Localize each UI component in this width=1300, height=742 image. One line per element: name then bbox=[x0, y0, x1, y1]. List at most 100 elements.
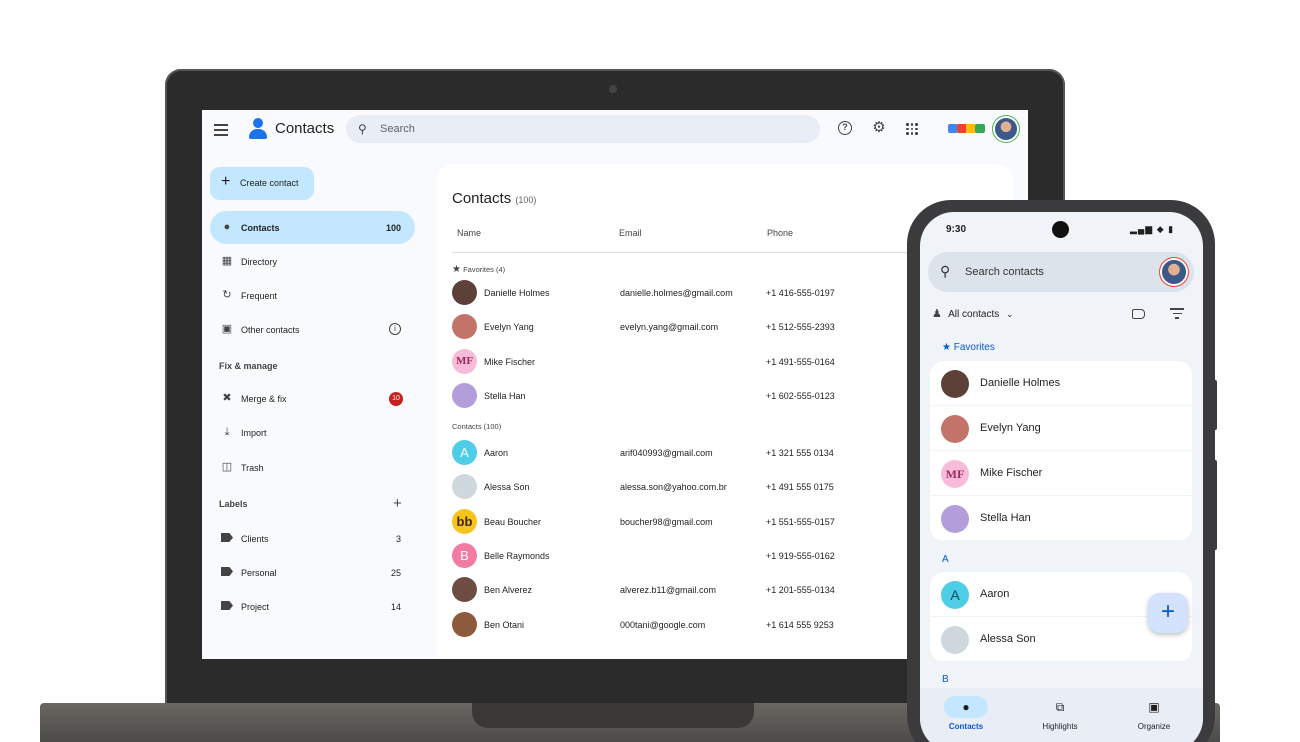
person-icon: ● bbox=[223, 221, 231, 233]
contact-email: evelyn.yang@gmail.com bbox=[620, 322, 719, 333]
sidebar-item-label-personal[interactable]: Personal 25 bbox=[210, 556, 415, 589]
contact-avatar bbox=[452, 314, 477, 340]
add-label-icon[interactable]: + bbox=[393, 495, 402, 512]
contact-email: arif040993@gmail.com bbox=[620, 448, 713, 458]
mobile-contact-row[interactable]: Danielle Holmes bbox=[930, 361, 1192, 406]
contact-name: Alessa Son bbox=[484, 482, 530, 493]
sidebar-item-directory[interactable]: ▦ Directory bbox=[210, 245, 415, 278]
labels-header: Labels bbox=[219, 499, 248, 509]
contact-avatar bbox=[941, 626, 969, 654]
mobile-favorites-header: ★ Favorites bbox=[942, 342, 995, 353]
contact-avatar bbox=[941, 505, 969, 533]
mobile-app-screen: 9:30 ▂▄▆ ◆ ▮ ⚲ Search contacts ♟ All con… bbox=[920, 212, 1203, 742]
sidebar-item-contacts[interactable]: ● Contacts 100 bbox=[210, 211, 415, 244]
tab-highlights[interactable]: ⧉ Highlights bbox=[1020, 696, 1100, 731]
sidebar-item-label-clients[interactable]: Clients 3 bbox=[210, 522, 415, 555]
tab-label: Contacts bbox=[948, 722, 984, 731]
sidebar-item-label: Personal bbox=[241, 568, 277, 578]
laptop-hinge bbox=[472, 703, 754, 728]
sidebar-item-merge-fix[interactable]: ✖ Merge & fix 10 bbox=[210, 382, 415, 415]
label-icon bbox=[220, 599, 234, 613]
help-icon[interactable]: ? bbox=[838, 121, 852, 135]
list-count: (100) bbox=[515, 195, 537, 205]
account-avatar[interactable] bbox=[1162, 260, 1186, 284]
info-icon[interactable]: i bbox=[389, 323, 401, 335]
all-contacts-filter[interactable]: ♟ All contacts ⌄ bbox=[932, 307, 1014, 320]
sidebar-item-other-contacts[interactable]: ▣ Other contacts i bbox=[210, 313, 415, 346]
mobile-contact-row[interactable]: Evelyn Yang bbox=[930, 406, 1192, 451]
search-bar[interactable]: ⚲ Search bbox=[346, 115, 820, 143]
contact-avatar bbox=[452, 577, 477, 603]
mobile-contact-row[interactable]: MF Mike Fischer bbox=[930, 451, 1192, 496]
contact-name: Danielle Holmes bbox=[980, 377, 1061, 389]
contact-name: Beau Boucher bbox=[484, 516, 542, 527]
contact-email: alessa.son@yahoo.com.br bbox=[620, 482, 727, 493]
tab-contacts[interactable]: ● Contacts bbox=[926, 696, 1006, 731]
contacts-group-header: Contacts (100) bbox=[452, 422, 502, 431]
plus-icon: + bbox=[221, 173, 231, 190]
contact-avatar: B bbox=[452, 542, 477, 568]
gear-icon[interactable]: ⚙ bbox=[872, 120, 886, 135]
person-icon: ● bbox=[944, 696, 988, 718]
contact-phone: +1 491 555 0175 bbox=[766, 482, 834, 493]
mobile-contact-row[interactable]: Stella Han bbox=[930, 496, 1192, 541]
column-header-phone[interactable]: Phone bbox=[767, 228, 793, 238]
trash-icon: ◫ bbox=[221, 461, 233, 473]
phone-side-button bbox=[1212, 380, 1217, 430]
contact-phone: +1 602-555-0123 bbox=[766, 390, 835, 401]
tab-organize[interactable]: ▣ Organize bbox=[1114, 696, 1194, 731]
create-contact-button[interactable]: + Create contact bbox=[210, 167, 314, 200]
sort-icon[interactable] bbox=[1170, 308, 1184, 322]
merge-icon: ✖ bbox=[222, 392, 232, 404]
contact-avatar: MF bbox=[452, 348, 477, 374]
add-contact-fab[interactable]: + bbox=[1148, 593, 1188, 633]
laptop-camera bbox=[609, 85, 617, 93]
contact-phone: +1 551-555-0157 bbox=[766, 516, 835, 527]
sidebar-item-label: Contacts bbox=[241, 223, 280, 233]
sidebar-item-label: Directory bbox=[241, 257, 278, 267]
contact-avatar: MF bbox=[941, 460, 969, 488]
label-icon[interactable] bbox=[1132, 309, 1145, 319]
section-letter-b: B bbox=[942, 674, 949, 685]
mobile-search-placeholder[interactable]: Search contacts bbox=[965, 266, 1044, 278]
camera-cutout bbox=[1052, 221, 1069, 238]
contact-phone: +1 512-555-2393 bbox=[766, 322, 835, 333]
column-header-name[interactable]: Name bbox=[457, 228, 481, 238]
bottom-navigation: ● Contacts ⧉ Highlights ▣ Organize bbox=[920, 688, 1203, 742]
menu-icon[interactable] bbox=[214, 122, 228, 136]
status-icons: ▂▄▆ ◆ ▮ bbox=[1130, 224, 1175, 234]
contact-avatar bbox=[941, 415, 969, 443]
contact-name: Aaron bbox=[980, 588, 1010, 600]
contact-phone: +1 201-555-0134 bbox=[766, 585, 835, 596]
sidebar-item-label-project[interactable]: Project 14 bbox=[210, 590, 415, 623]
sidebar-item-label: Trash bbox=[241, 463, 264, 473]
sidebar-item-trash[interactable]: ◫ Trash bbox=[210, 451, 415, 484]
contact-avatar bbox=[452, 611, 477, 637]
section-letter-a: A bbox=[942, 554, 949, 565]
contact-name: Stella Han bbox=[980, 512, 1031, 524]
apps-grid-icon[interactable] bbox=[906, 123, 918, 135]
tab-label: Organize bbox=[1137, 722, 1171, 731]
filter-label: All contacts bbox=[948, 309, 1000, 320]
contact-name: Evelyn Yang bbox=[484, 322, 534, 333]
mobile-search-bar[interactable]: ⚲ Search contacts bbox=[928, 252, 1194, 292]
sidebar-item-import[interactable]: ⤓ Import bbox=[210, 416, 415, 449]
search-icon: ⚲ bbox=[940, 263, 951, 279]
account-avatar[interactable] bbox=[995, 118, 1017, 140]
column-header-email[interactable]: Email bbox=[619, 228, 642, 238]
label-icon bbox=[220, 531, 234, 545]
contact-avatar: A bbox=[452, 440, 477, 465]
sidebar-item-frequent[interactable]: ↻ Frequent bbox=[210, 279, 415, 312]
bookmark-icon: ▣ bbox=[1148, 700, 1160, 714]
star-icon: ★ bbox=[452, 264, 461, 275]
download-icon: ⤓ bbox=[224, 426, 230, 438]
workspace-logo[interactable] bbox=[948, 122, 986, 136]
sidebar-item-label: Other contacts bbox=[241, 325, 300, 335]
contact-phone: +1 919-555-0162 bbox=[766, 550, 835, 561]
page-title: Contacts (100) bbox=[452, 190, 536, 207]
search-placeholder[interactable]: Search bbox=[380, 123, 415, 135]
merge-count-badge: 10 bbox=[389, 392, 403, 406]
contact-name: Belle Raymonds bbox=[484, 550, 550, 561]
contact-phone: +1 416-555-0197 bbox=[766, 288, 835, 298]
app-title: Contacts bbox=[275, 120, 335, 137]
